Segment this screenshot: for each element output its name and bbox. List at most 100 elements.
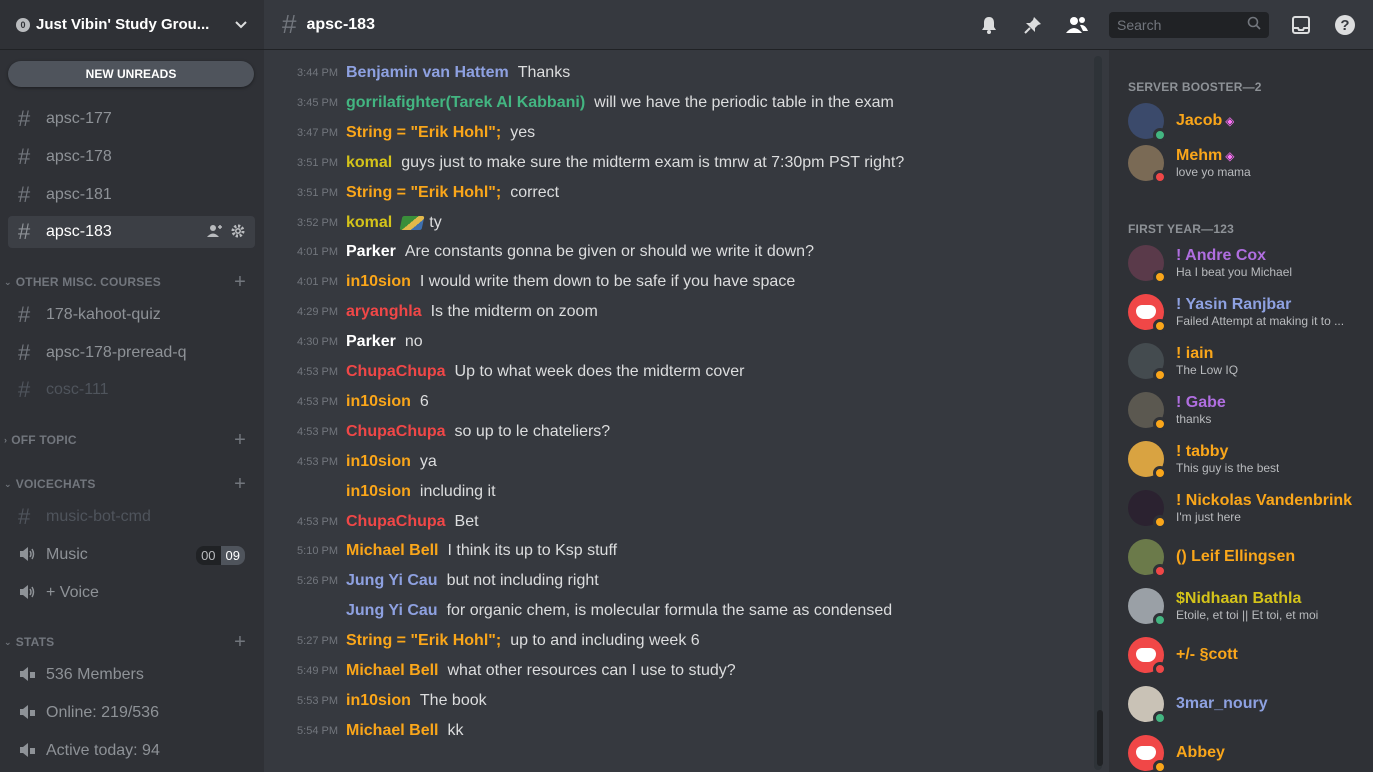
channel-music-bot-cmd[interactable]: # music-bot-cmd (8, 501, 255, 533)
message-author[interactable]: String = "Erik Hohl"; (346, 124, 501, 142)
message-row[interactable]: 3:51 PM komal guys just to make sure the m… (264, 148, 1094, 178)
category-off-topic[interactable]: › OFF TOPIC + (4, 429, 256, 451)
member-item[interactable]: ! Andre Cox Ha I beat you Michael (1128, 241, 1368, 285)
avatar[interactable] (1128, 735, 1167, 772)
message-author[interactable]: Parker (346, 243, 396, 261)
add-channel-icon[interactable]: + (234, 271, 246, 294)
member-item[interactable]: ! iain The Low IQ (1128, 339, 1368, 383)
message-row[interactable]: 3:47 PM String = "Erik Hohl"; yes (264, 118, 1094, 148)
message-author[interactable]: Jung Yi Cau (346, 572, 438, 590)
message-row[interactable]: 5:27 PM String = "Erik Hohl"; up to and in… (264, 626, 1094, 656)
help-icon[interactable]: ? (1333, 13, 1357, 37)
voice-channel-plus-voice[interactable]: + Voice (8, 577, 255, 609)
member-item[interactable]: Jacob ◈ (1128, 99, 1368, 143)
chevron-down-icon[interactable] (234, 17, 248, 33)
message-row[interactable]: 5:53 PM in10sion The book (264, 686, 1094, 716)
invite-icon[interactable] (207, 224, 223, 241)
member-list-icon[interactable] (1065, 13, 1089, 37)
bell-icon[interactable] (977, 13, 1001, 37)
server-header[interactable]: 0 Just Vibin' Study Grou... (0, 0, 264, 50)
new-unreads-button[interactable]: NEW UNREADS (8, 61, 254, 87)
message-author[interactable]: in10sion (346, 273, 411, 291)
message-row[interactable]: 5:54 PM Michael Bell kk (264, 716, 1094, 746)
channel-apsc-183[interactable]: # apsc-183 (8, 216, 255, 248)
avatar[interactable] (1128, 441, 1167, 480)
message-row[interactable]: 4:53 PM ChupaChupa Bet (264, 507, 1094, 537)
message-author[interactable]: in10sion (346, 483, 411, 501)
message-author[interactable]: aryanghla (346, 303, 422, 321)
message-row[interactable]: 5:10 PM Michael Bell I think its up to Ksp… (264, 536, 1094, 566)
message-author[interactable]: String = "Erik Hohl"; (346, 184, 501, 202)
stats-active-today[interactable]: Active today: 94 (8, 735, 255, 767)
avatar[interactable] (1128, 490, 1167, 529)
search-input[interactable] (1117, 16, 1247, 33)
member-item[interactable]: 3mar_noury (1128, 682, 1368, 726)
category-voicechats[interactable]: ⌄ VOICECHATS + (4, 473, 256, 495)
stats-online[interactable]: Online: 219/536 (8, 697, 255, 729)
server-name[interactable]: Just Vibin' Study Grou... (36, 16, 234, 33)
message-author[interactable]: Michael Bell (346, 722, 438, 740)
message-row[interactable]: 4:53 PM ChupaChupa so up to le chateliers? (264, 417, 1094, 447)
channel-cosc-111[interactable]: # cosc-111 (8, 374, 255, 406)
member-item[interactable]: Abbey (1128, 731, 1368, 772)
message-author[interactable]: in10sion (346, 453, 411, 471)
stats-members[interactable]: 536 Members (8, 659, 255, 691)
message-row[interactable]: 3:52 PM komal ty (264, 208, 1094, 238)
member-item[interactable]: ! Nickolas Vandenbrink I'm just here (1128, 486, 1368, 530)
pin-icon[interactable] (1021, 13, 1045, 37)
search-box[interactable] (1109, 11, 1269, 38)
message-row[interactable]: 3:51 PM String = "Erik Hohl"; correct (264, 178, 1094, 208)
avatar[interactable] (1128, 245, 1167, 284)
message-row[interactable]: 4:30 PM Parker no (264, 327, 1094, 357)
avatar[interactable] (1128, 343, 1167, 382)
message-row[interactable]: 5:49 PM Michael Bell what other resources … (264, 656, 1094, 686)
scrollbar-thumb[interactable] (1097, 710, 1103, 766)
member-item[interactable]: +/- §cott (1128, 633, 1368, 677)
gear-icon[interactable] (231, 224, 245, 241)
channel-apsc-177[interactable]: # apsc-177 (8, 103, 255, 135)
message-author[interactable]: Benjamin van Hattem (346, 64, 509, 82)
avatar[interactable] (1128, 637, 1167, 676)
message-author[interactable]: String = "Erik Hohl"; (346, 632, 501, 650)
add-channel-icon[interactable]: + (234, 631, 246, 654)
channel-178-kahoot-quiz[interactable]: # 178-kahoot-quiz (8, 299, 255, 331)
message-author[interactable]: komal (346, 154, 392, 172)
message-row[interactable]: 4:53 PM in10sion 6 (264, 387, 1094, 417)
member-item[interactable]: ! Yasin Ranjbar Failed Attempt at making … (1128, 290, 1368, 334)
avatar[interactable] (1128, 145, 1167, 184)
message-author[interactable]: in10sion (346, 393, 411, 411)
channel-apsc-178-preread-q[interactable]: # apsc-178-preread-q (8, 337, 255, 369)
avatar[interactable] (1128, 539, 1167, 578)
category-stats[interactable]: ⌄ STATS + (4, 631, 256, 654)
avatar[interactable] (1128, 294, 1167, 333)
message-row[interactable]: 3:44 PM Benjamin van Hattem Thanks (264, 58, 1094, 88)
channel-apsc-178[interactable]: # apsc-178 (8, 141, 255, 173)
member-item[interactable]: ! tabby This guy is the best (1128, 437, 1368, 481)
inbox-icon[interactable] (1289, 13, 1313, 37)
voice-channel-music[interactable]: Music 00 09 (8, 539, 255, 571)
message-author[interactable]: ChupaChupa (346, 363, 446, 381)
avatar[interactable] (1128, 588, 1167, 627)
scrollbar-track[interactable] (1094, 56, 1102, 770)
message-row[interactable]: 3:45 PM gorrilafighter(Tarek Al Kabbani) w… (264, 88, 1094, 118)
message-author[interactable]: ChupaChupa (346, 423, 446, 441)
message-author[interactable]: Jung Yi Cau (346, 602, 438, 620)
message-author[interactable]: Parker (346, 333, 396, 351)
message-author[interactable]: in10sion (346, 692, 411, 710)
message-row[interactable]: 4:01 PM Parker Are constants gonna be give… (264, 237, 1094, 267)
message-row[interactable]: 4:53 PM in10sion ya (264, 447, 1094, 477)
message-row[interactable]: 5:26 PM Jung Yi Cau but not including righ… (264, 566, 1094, 596)
avatar[interactable] (1128, 103, 1167, 142)
member-item[interactable]: ! Gabe thanks (1128, 388, 1368, 432)
message-row[interactable]: 4:29 PM aryanghla Is the midterm on zoom (264, 297, 1094, 327)
avatar[interactable] (1128, 686, 1167, 725)
message-author[interactable]: Michael Bell (346, 542, 438, 560)
member-item[interactable]: () Leif Ellingsen (1128, 535, 1368, 579)
avatar[interactable] (1128, 392, 1167, 431)
message-author[interactable]: gorrilafighter(Tarek Al Kabbani) (346, 94, 585, 112)
message-row[interactable]: 4:53 PM ChupaChupa Up to what week does th… (264, 357, 1094, 387)
message-row[interactable]: in10sion including it (264, 477, 1094, 507)
message-author[interactable]: ChupaChupa (346, 513, 446, 531)
message-author[interactable]: Michael Bell (346, 662, 438, 680)
member-item[interactable]: Mehm ◈ love yo mama (1128, 141, 1368, 185)
